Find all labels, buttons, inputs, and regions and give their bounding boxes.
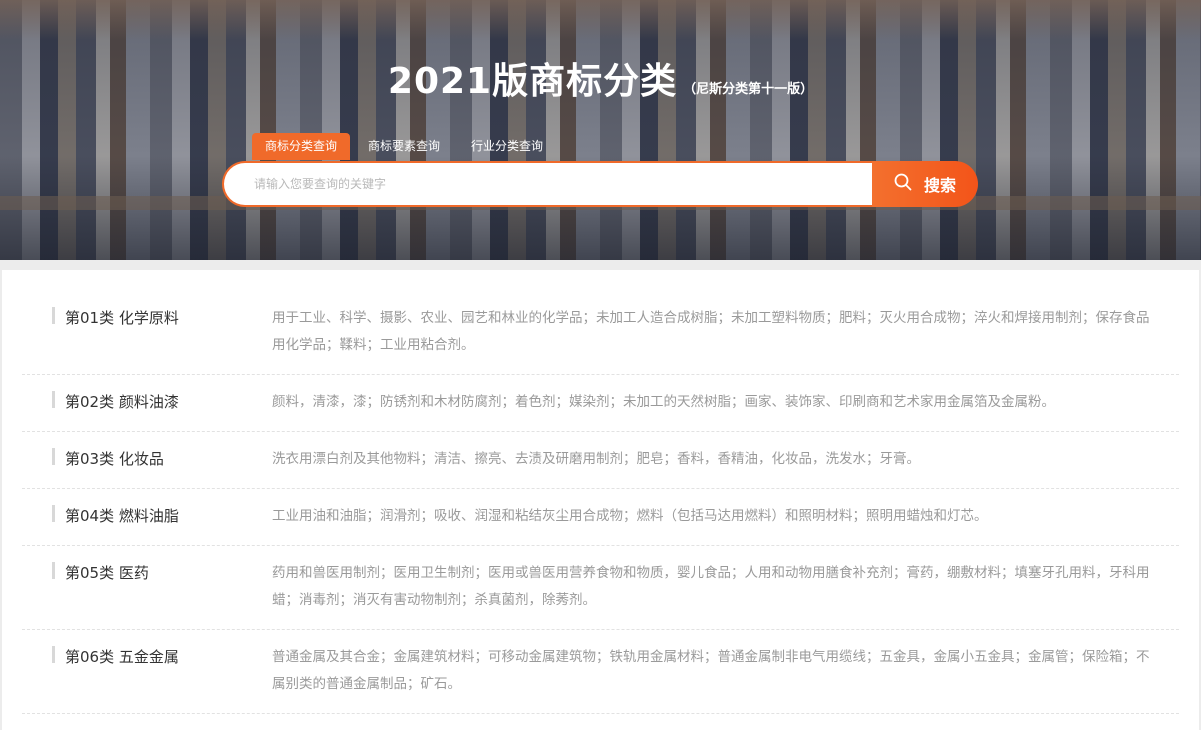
category-row[interactable]: 第05类 医药 药用和兽医用制剂；医用卫生制剂；医用或兽医用营养食物和物质，婴儿… xyxy=(22,546,1179,630)
search-input[interactable]: 请输入您要查询的关键字 xyxy=(222,161,872,207)
category-description: 用于工业、科学、摄影、农业、园艺和林业的化学品；未加工人造合成树脂；未加工塑料物… xyxy=(272,310,1150,353)
page-title-subtitle: （尼斯分类第十一版） xyxy=(683,82,814,97)
category-name[interactable]: 第03类 化妆品 xyxy=(22,432,272,488)
category-name[interactable]: 第05类 医药 xyxy=(22,546,272,629)
category-name[interactable]: 第04类 燃料油脂 xyxy=(22,489,272,545)
tab-industry-class[interactable]: 行业分类查询 xyxy=(458,133,556,160)
category-row[interactable]: 第04类 燃料油脂 工业用油和油脂；润滑剂；吸收、润湿和粘结灰尘用合成物；燃料（… xyxy=(22,489,1179,546)
page-title: 2021版商标分类 （尼斯分类第十一版） xyxy=(0,52,1201,104)
category-row[interactable]: 第02类 颜料油漆 颜料，清漆，漆；防锈剂和木材防腐剂；着色剂；媒染剂；未加工的… xyxy=(22,375,1179,432)
search-tabs: 商标分类查询 商标要素查询 行业分类查询 xyxy=(252,133,561,160)
category-row[interactable]: 第03类 化妆品 洗衣用漂白剂及其他物料；清洁、擦亮、去渍及研磨用制剂；肥皂；香… xyxy=(22,432,1179,489)
search-icon xyxy=(894,173,924,195)
category-name[interactable]: 第06类 五金金属 xyxy=(22,630,272,713)
category-description: 普通金属及其合金；金属建筑材料；可移动金属建筑物；铁轨用金属材料；普通金属制非电… xyxy=(272,649,1150,692)
category-description: 药用和兽医用制剂；医用卫生制剂；医用或兽医用营养食物和物质，婴儿食品；人用和动物… xyxy=(272,565,1150,608)
category-list: 第01类 化学原料 用于工业、科学、摄影、农业、园艺和林业的化学品；未加工人造合… xyxy=(2,270,1199,730)
category-description: 洗衣用漂白剂及其他物料；清洁、擦亮、去渍及研磨用制剂；肥皂；香料，香精油，化妆品… xyxy=(272,451,920,467)
search-button-label: 搜索 xyxy=(923,176,956,195)
category-description: 颜料，清漆，漆；防锈剂和木材防腐剂；着色剂；媒染剂；未加工的天然树脂；画家、装饰… xyxy=(272,394,1055,410)
category-row[interactable]: 第01类 化学原料 用于工业、科学、摄影、农业、园艺和林业的化学品；未加工人造合… xyxy=(22,270,1179,375)
category-description: 工业用油和油脂；润滑剂；吸收、润湿和粘结灰尘用合成物；燃料（包括马达用燃料）和照… xyxy=(272,508,988,524)
category-name[interactable]: 第02类 颜料油漆 xyxy=(22,375,272,431)
tab-trademark-class[interactable]: 商标分类查询 xyxy=(252,133,351,160)
search-bar: 请输入您要查询的关键字 搜索 xyxy=(222,161,978,207)
tab-trademark-element[interactable]: 商标要素查询 xyxy=(355,133,453,160)
page-title-main: 2021版商标分类 xyxy=(387,61,678,102)
search-button[interactable]: 搜索 xyxy=(872,161,978,207)
category-name[interactable]: 第01类 化学原料 xyxy=(22,270,272,374)
category-row[interactable]: 第06类 五金金属 普通金属及其合金；金属建筑材料；可移动金属建筑物；铁轨用金属… xyxy=(22,630,1179,714)
hero-banner: 2021版商标分类 （尼斯分类第十一版） 商标分类查询 商标要素查询 行业分类查询… xyxy=(0,0,1201,260)
